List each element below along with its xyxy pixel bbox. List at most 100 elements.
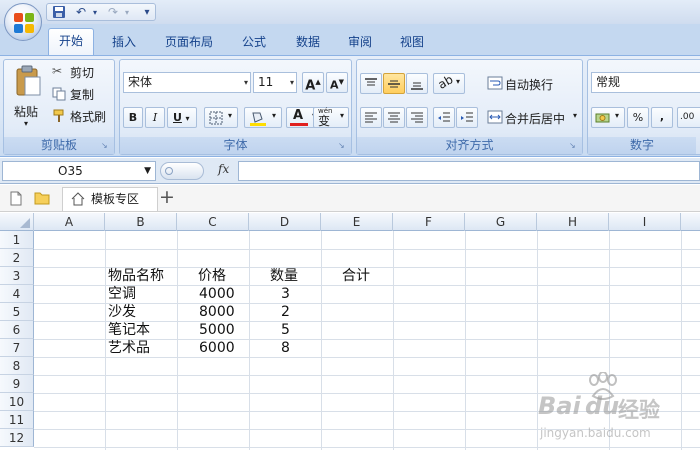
orientation-button[interactable]: ab ▾ [433, 72, 465, 94]
row-header-8[interactable]: 8 [0, 357, 34, 375]
new-file-icon[interactable] [10, 191, 22, 206]
column-header-g[interactable]: G [465, 213, 537, 231]
italic-button[interactable]: I [145, 107, 165, 128]
underline-button[interactable]: U ▾ [167, 107, 197, 128]
font-dialog-launcher-icon[interactable]: ↘ [338, 141, 348, 151]
tab-review[interactable]: 审阅 [340, 31, 380, 53]
paste-dropdown-icon[interactable]: ▾ [24, 119, 28, 128]
cell-c7[interactable]: 6000 [199, 339, 235, 357]
row-header-12[interactable]: 12 [0, 429, 34, 447]
bold-button[interactable]: B [123, 107, 143, 128]
cell-c3[interactable]: 价格 [198, 267, 226, 285]
increase-decimal-button[interactable]: .00 [677, 107, 700, 128]
format-painter-button[interactable]: 格式刷 [52, 108, 114, 124]
percent-style-button[interactable]: % [627, 107, 649, 128]
cell-d5[interactable]: 2 [281, 303, 290, 321]
tab-home[interactable]: 开始 [48, 28, 94, 55]
alignment-dialog-launcher-icon[interactable]: ↘ [569, 141, 579, 151]
align-center-button[interactable] [383, 107, 405, 128]
cell-b3[interactable]: 物品名称 [108, 267, 164, 285]
watermark-brand-right: 经验 [618, 398, 660, 422]
cell-b4[interactable]: 空调 [108, 285, 136, 303]
comma-style-button[interactable]: , [651, 107, 673, 128]
gridline [34, 447, 700, 448]
clipboard-dialog-launcher-icon[interactable]: ↘ [101, 141, 111, 151]
row-header-3[interactable]: 3 [0, 267, 34, 285]
column-header-d[interactable]: D [249, 213, 321, 231]
cell-d3[interactable]: 数量 [270, 267, 298, 285]
row-header-9[interactable]: 9 [0, 375, 34, 393]
column-header-e[interactable]: E [321, 213, 393, 231]
font-size-combo[interactable]: 11 ▾ [253, 72, 297, 93]
office-button[interactable] [4, 3, 42, 41]
row-header-6[interactable]: 6 [0, 321, 34, 339]
name-box[interactable]: O35 ▼ [2, 161, 156, 181]
column-header-i[interactable]: I [609, 213, 681, 231]
tab-formulas[interactable]: 公式 [234, 31, 274, 53]
fill-color-button[interactable]: ▾ [244, 107, 282, 128]
column-header-c[interactable]: C [177, 213, 249, 231]
grow-font-button[interactable]: A▲ [302, 72, 324, 93]
tab-insert[interactable]: 插入 [104, 31, 144, 53]
column-header-b[interactable]: B [105, 213, 177, 231]
align-top-button[interactable] [360, 73, 382, 94]
borders-button[interactable]: ▾ [204, 107, 238, 128]
chevron-down-icon[interactable]: ▼ [144, 162, 151, 180]
tab-template-zone[interactable]: 模板专区 [62, 187, 158, 211]
increase-decimal-glyph: .00 [680, 112, 695, 122]
copy-button[interactable]: 复制 [52, 86, 112, 102]
cell-d7[interactable]: 8 [281, 339, 290, 357]
merge-center-button[interactable]: 合并后居中 ▾ [485, 107, 581, 128]
cell-d6[interactable]: 5 [281, 321, 290, 339]
add-tab-icon[interactable]: + [159, 186, 175, 208]
redo-dropdown-icon[interactable]: ▾ [119, 5, 135, 20]
paste-button[interactable]: 粘贴 ▾ [10, 63, 46, 133]
align-right-button[interactable] [406, 107, 428, 128]
cut-label: 剪切 [70, 66, 95, 80]
row-header-5[interactable]: 5 [0, 303, 34, 321]
align-bottom-button[interactable] [406, 73, 428, 94]
phonetic-button[interactable]: wén 变 ▾ [313, 107, 349, 128]
wrap-text-button[interactable]: 自动换行 [485, 73, 583, 94]
decrease-indent-button[interactable] [433, 107, 455, 128]
folder-icon[interactable] [34, 191, 50, 205]
row-header-7[interactable]: 7 [0, 339, 34, 357]
undo-dropdown-icon[interactable]: ▾ [87, 5, 103, 20]
increase-indent-button[interactable] [456, 107, 478, 128]
row-header-10[interactable]: 10 [0, 393, 34, 411]
column-header-f[interactable]: F [393, 213, 465, 231]
tab-data[interactable]: 数据 [288, 31, 328, 53]
row-header-11[interactable]: 11 [0, 411, 34, 429]
align-middle-button[interactable] [383, 73, 405, 94]
formula-input[interactable] [238, 161, 700, 181]
cell-c5[interactable]: 8000 [199, 303, 235, 321]
cell-c6[interactable]: 5000 [199, 321, 235, 339]
phonetic-icon: 变 [318, 114, 331, 128]
shrink-font-button[interactable]: A▼ [326, 72, 348, 93]
accounting-format-button[interactable]: ▾ [591, 107, 625, 128]
save-icon[interactable] [51, 5, 67, 20]
formula-bar-splitter[interactable] [160, 162, 204, 180]
number-format-combo[interactable]: 常规 [591, 72, 700, 93]
name-box-value: O35 [58, 164, 83, 178]
cut-button[interactable]: ✂ 剪切 [52, 64, 112, 80]
select-all-corner[interactable] [0, 213, 34, 231]
font-name-combo[interactable]: 宋体 ▾ [123, 72, 251, 93]
customize-qat-icon[interactable]: ▾ [139, 5, 155, 20]
row-header-2[interactable]: 2 [0, 249, 34, 267]
align-left-button[interactable] [360, 107, 382, 128]
tab-view[interactable]: 视图 [392, 31, 432, 53]
column-header-a[interactable]: A [34, 213, 105, 231]
cell-e3[interactable]: 合计 [342, 267, 370, 285]
select-all-icon [20, 218, 30, 228]
cell-b6[interactable]: 笔记本 [108, 321, 150, 339]
cell-d4[interactable]: 3 [281, 285, 290, 303]
cell-b7[interactable]: 艺术品 [108, 339, 150, 357]
insert-function-icon[interactable]: fx [218, 162, 229, 176]
tab-page-layout[interactable]: 页面布局 [158, 31, 220, 53]
row-header-1[interactable]: 1 [0, 231, 34, 249]
cell-b5[interactable]: 沙发 [108, 303, 136, 321]
row-header-4[interactable]: 4 [0, 285, 34, 303]
cell-c4[interactable]: 4000 [199, 285, 235, 303]
column-header-h[interactable]: H [537, 213, 609, 231]
